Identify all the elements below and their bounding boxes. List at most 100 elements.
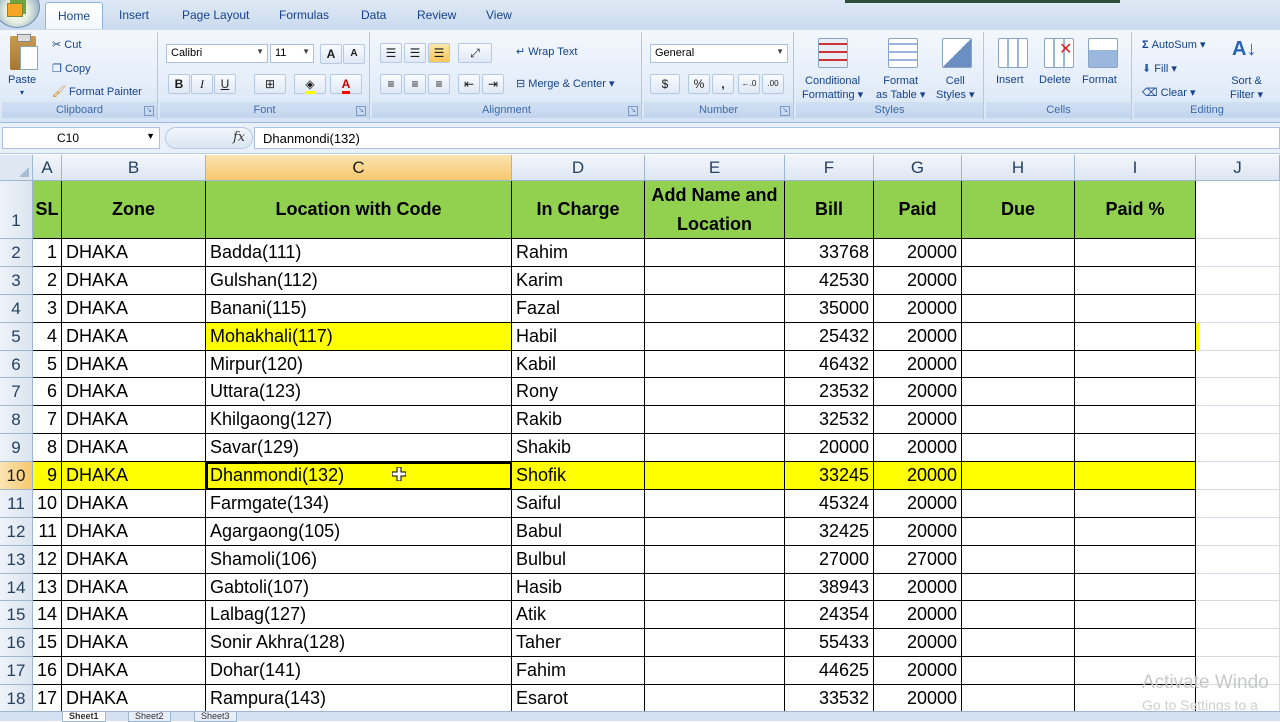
table-cell-due[interactable]	[962, 294, 1075, 323]
table-cell-in-charge[interactable]: Karim	[512, 266, 645, 295]
table-cell-zone[interactable]: DHAKA	[62, 657, 206, 686]
row-header-16[interactable]: 16	[0, 629, 33, 658]
table-cell-add-name-location[interactable]	[645, 322, 785, 351]
table-cell-bill[interactable]: 25432	[785, 322, 874, 351]
row-header-8[interactable]: 8	[0, 406, 33, 435]
insert-cells-button[interactable]: Insert	[996, 74, 1024, 86]
align-left-button[interactable]: ≡	[380, 74, 402, 94]
header-cell-bill[interactable]: Bill	[785, 181, 874, 239]
table-cell-in-charge[interactable]: Taher	[512, 629, 645, 658]
row-header-9[interactable]: 9	[0, 434, 33, 463]
table-cell-location[interactable]: Khilgaong(127)	[206, 406, 512, 435]
format-as-table-button[interactable]: Format as Table ▾	[876, 74, 925, 102]
table-cell-bill[interactable]: 42530	[785, 266, 874, 295]
empty-cell[interactable]	[1196, 629, 1280, 658]
fill-button[interactable]: ⬇ Fill ▾	[1142, 62, 1177, 75]
row-header-7[interactable]: 7	[0, 378, 33, 407]
table-cell-sl[interactable]: 8	[33, 434, 62, 463]
paste-dropdown-icon[interactable]: ▾	[20, 88, 24, 97]
column-header-c[interactable]: C	[206, 155, 512, 181]
header-cell-zone[interactable]: Zone	[62, 181, 206, 239]
number-launcher-icon[interactable]: ↘	[780, 106, 790, 116]
column-header-h[interactable]: H	[962, 155, 1075, 181]
font-size-dropdown[interactable]: 11 ▼	[270, 44, 314, 63]
empty-cell[interactable]	[1196, 239, 1280, 267]
row-header-13[interactable]: 13	[0, 545, 33, 574]
table-cell-paid-percent[interactable]	[1075, 294, 1196, 323]
align-center-button[interactable]: ≡	[404, 74, 426, 94]
table-cell-paid-percent[interactable]	[1075, 573, 1196, 602]
table-cell-bill[interactable]: 20000	[785, 434, 874, 463]
table-cell-bill[interactable]: 32532	[785, 406, 874, 435]
table-cell-bill[interactable]: 46432	[785, 350, 874, 379]
table-cell-in-charge[interactable]: Atik	[512, 601, 645, 630]
table-cell-sl[interactable]: 15	[33, 629, 62, 658]
table-cell-in-charge[interactable]: Bulbul	[512, 545, 645, 574]
table-cell-bill[interactable]: 23532	[785, 378, 874, 407]
decrease-decimal-button[interactable]: .00	[762, 74, 784, 94]
column-header-f[interactable]: F	[785, 155, 874, 181]
table-cell-bill[interactable]: 45324	[785, 489, 874, 518]
tab-insert[interactable]: Insert	[119, 8, 149, 22]
table-cell-zone[interactable]: DHAKA	[62, 294, 206, 323]
table-cell-paid-percent[interactable]	[1075, 239, 1196, 267]
copy-button[interactable]: ❐ Copy	[52, 62, 91, 75]
table-cell-due[interactable]	[962, 573, 1075, 602]
table-cell-location[interactable]: Gabtoli(107)	[206, 573, 512, 602]
table-cell-paid[interactable]: 20000	[874, 629, 962, 658]
empty-cell[interactable]	[1196, 462, 1280, 490]
table-cell-in-charge[interactable]: Hasib	[512, 573, 645, 602]
table-cell-due[interactable]	[962, 462, 1075, 490]
table-cell-bill[interactable]: 24354	[785, 601, 874, 630]
table-cell-sl[interactable]: 1	[33, 239, 62, 267]
table-cell-in-charge[interactable]: Esarot	[512, 685, 645, 713]
table-cell-sl[interactable]: 3	[33, 294, 62, 323]
table-cell-in-charge[interactable]: Fazal	[512, 294, 645, 323]
table-cell-zone[interactable]: DHAKA	[62, 462, 206, 490]
column-header-i[interactable]: I	[1075, 155, 1196, 181]
table-cell-location[interactable]: Dohar(141)	[206, 657, 512, 686]
orientation-button[interactable]: ⤢	[458, 43, 492, 63]
table-cell-due[interactable]	[962, 685, 1075, 713]
table-cell-add-name-location[interactable]	[645, 657, 785, 686]
table-cell-zone[interactable]: DHAKA	[62, 629, 206, 658]
table-cell-zone[interactable]: DHAKA	[62, 239, 206, 267]
table-cell-paid-percent[interactable]	[1075, 489, 1196, 518]
font-name-dropdown[interactable]: Calibri ▼	[166, 44, 268, 63]
table-cell-paid-percent[interactable]	[1075, 266, 1196, 295]
table-cell-add-name-location[interactable]	[645, 378, 785, 407]
align-right-button[interactable]: ≡	[428, 74, 450, 94]
table-cell-in-charge[interactable]: Kabil	[512, 350, 645, 379]
insert-function-button[interactable]: fx	[233, 130, 245, 145]
table-cell-location[interactable]: Savar(129)	[206, 434, 512, 463]
table-cell-sl[interactable]: 2	[33, 266, 62, 295]
table-cell-in-charge[interactable]: Rony	[512, 378, 645, 407]
table-cell-sl[interactable]: 10	[33, 489, 62, 518]
table-cell-bill[interactable]: 44625	[785, 657, 874, 686]
select-all-button[interactable]	[0, 155, 33, 181]
column-header-a[interactable]: A	[33, 155, 62, 181]
format-painter-button[interactable]: 🖌 Format Painter	[52, 85, 142, 98]
table-cell-bill[interactable]: 27000	[785, 545, 874, 574]
table-cell-due[interactable]	[962, 517, 1075, 546]
table-cell-in-charge[interactable]: Habil	[512, 322, 645, 351]
row-header-4[interactable]: 4	[0, 294, 33, 323]
underline-button[interactable]: U	[214, 74, 236, 94]
row-header-6[interactable]: 6	[0, 350, 33, 379]
formula-input[interactable]: Dhanmondi(132)	[254, 127, 1280, 149]
table-cell-due[interactable]	[962, 629, 1075, 658]
table-cell-paid[interactable]: 20000	[874, 685, 962, 713]
header-cell-in-charge[interactable]: In Charge	[512, 181, 645, 239]
table-cell-sl[interactable]: 12	[33, 545, 62, 574]
table-cell-due[interactable]	[962, 545, 1075, 574]
table-cell-zone[interactable]: DHAKA	[62, 378, 206, 407]
row-header-15[interactable]: 15	[0, 601, 33, 630]
row-header-12[interactable]: 12	[0, 517, 33, 546]
table-cell-location[interactable]: Gulshan(112)	[206, 266, 512, 295]
table-cell-zone[interactable]: DHAKA	[62, 517, 206, 546]
cell-styles-button[interactable]: Cell Styles ▾	[936, 74, 975, 102]
table-cell-location[interactable]: Badda(111)	[206, 239, 512, 267]
column-header-b[interactable]: B	[62, 155, 206, 181]
empty-cell[interactable]	[1196, 181, 1280, 239]
table-cell-zone[interactable]: DHAKA	[62, 322, 206, 351]
